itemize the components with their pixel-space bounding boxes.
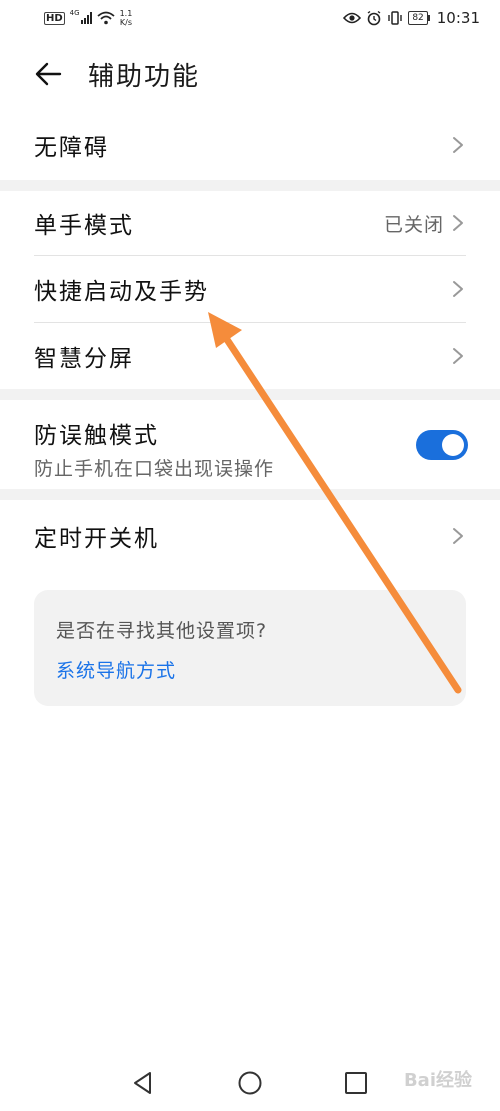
row-label: 快捷启动及手势 <box>34 279 209 305</box>
nav-recents-icon[interactable] <box>343 1070 369 1096</box>
chevron-right-icon <box>452 347 464 365</box>
row-shortcuts-gestures[interactable]: 快捷启动及手势 <box>0 258 500 320</box>
nav-back-icon[interactable] <box>130 1070 156 1096</box>
chevron-right-icon <box>452 527 464 545</box>
network-type: 4G <box>69 9 80 17</box>
watermark-logo: Bai经验 <box>403 1070 472 1091</box>
row-label: 定时开关机 <box>34 526 159 552</box>
status-bar: HD 4G 1.1 K/s 82 10:31 <box>0 0 500 36</box>
row-label: 单手模式 <box>34 213 134 239</box>
suggestion-question: 是否在寻找其他设置项? <box>56 620 268 642</box>
alarm-icon <box>367 10 381 26</box>
speed-unit: K/s <box>119 18 132 27</box>
row-smart-split-screen[interactable]: 智慧分屏 <box>0 325 500 387</box>
row-status-value: 已关闭 <box>383 213 444 236</box>
row-divider <box>34 322 466 323</box>
pocket-mode-toggle[interactable] <box>416 430 468 460</box>
battery-icon: 82 <box>408 11 431 25</box>
suggestion-card: 是否在寻找其他设置项? 系统导航方式 <box>34 590 466 706</box>
app-header: 辅助功能 <box>0 50 500 98</box>
status-left: HD 4G 1.1 K/s <box>44 9 132 27</box>
eye-icon <box>343 12 362 24</box>
system-navigation-link[interactable]: 系统导航方式 <box>56 656 176 683</box>
section-separator <box>0 389 500 400</box>
nav-home-icon[interactable] <box>237 1070 263 1096</box>
row-label: 防误触模式 <box>34 423 159 449</box>
chevron-right-icon <box>452 136 464 154</box>
row-accessibility[interactable]: 无障碍 <box>0 116 500 174</box>
section-separator <box>0 180 500 191</box>
clock: 10:31 <box>436 9 480 27</box>
signal-icon <box>80 12 92 24</box>
row-label: 无障碍 <box>34 135 109 161</box>
page-title: 辅助功能 <box>88 61 201 92</box>
hd-badge: HD <box>44 11 65 25</box>
network-speed: 1.1 K/s <box>120 9 133 27</box>
back-arrow-icon[interactable] <box>34 60 64 88</box>
row-subtitle: 防止手机在口袋出现误操作 <box>34 458 275 480</box>
vibrate-icon <box>388 11 403 25</box>
row-one-hand-mode[interactable]: 单手模式 已关闭 <box>0 192 500 254</box>
row-scheduled-power[interactable]: 定时开关机 <box>0 505 500 567</box>
toggle-knob <box>442 434 464 456</box>
chevron-right-icon <box>452 280 464 298</box>
wifi-icon <box>96 11 115 25</box>
row-divider <box>34 255 466 256</box>
chevron-right-icon <box>452 214 464 232</box>
speed-value: 1.1 <box>119 9 133 18</box>
status-right: 82 10:31 <box>343 9 480 27</box>
section-separator <box>0 489 500 500</box>
row-label: 智慧分屏 <box>34 346 134 372</box>
